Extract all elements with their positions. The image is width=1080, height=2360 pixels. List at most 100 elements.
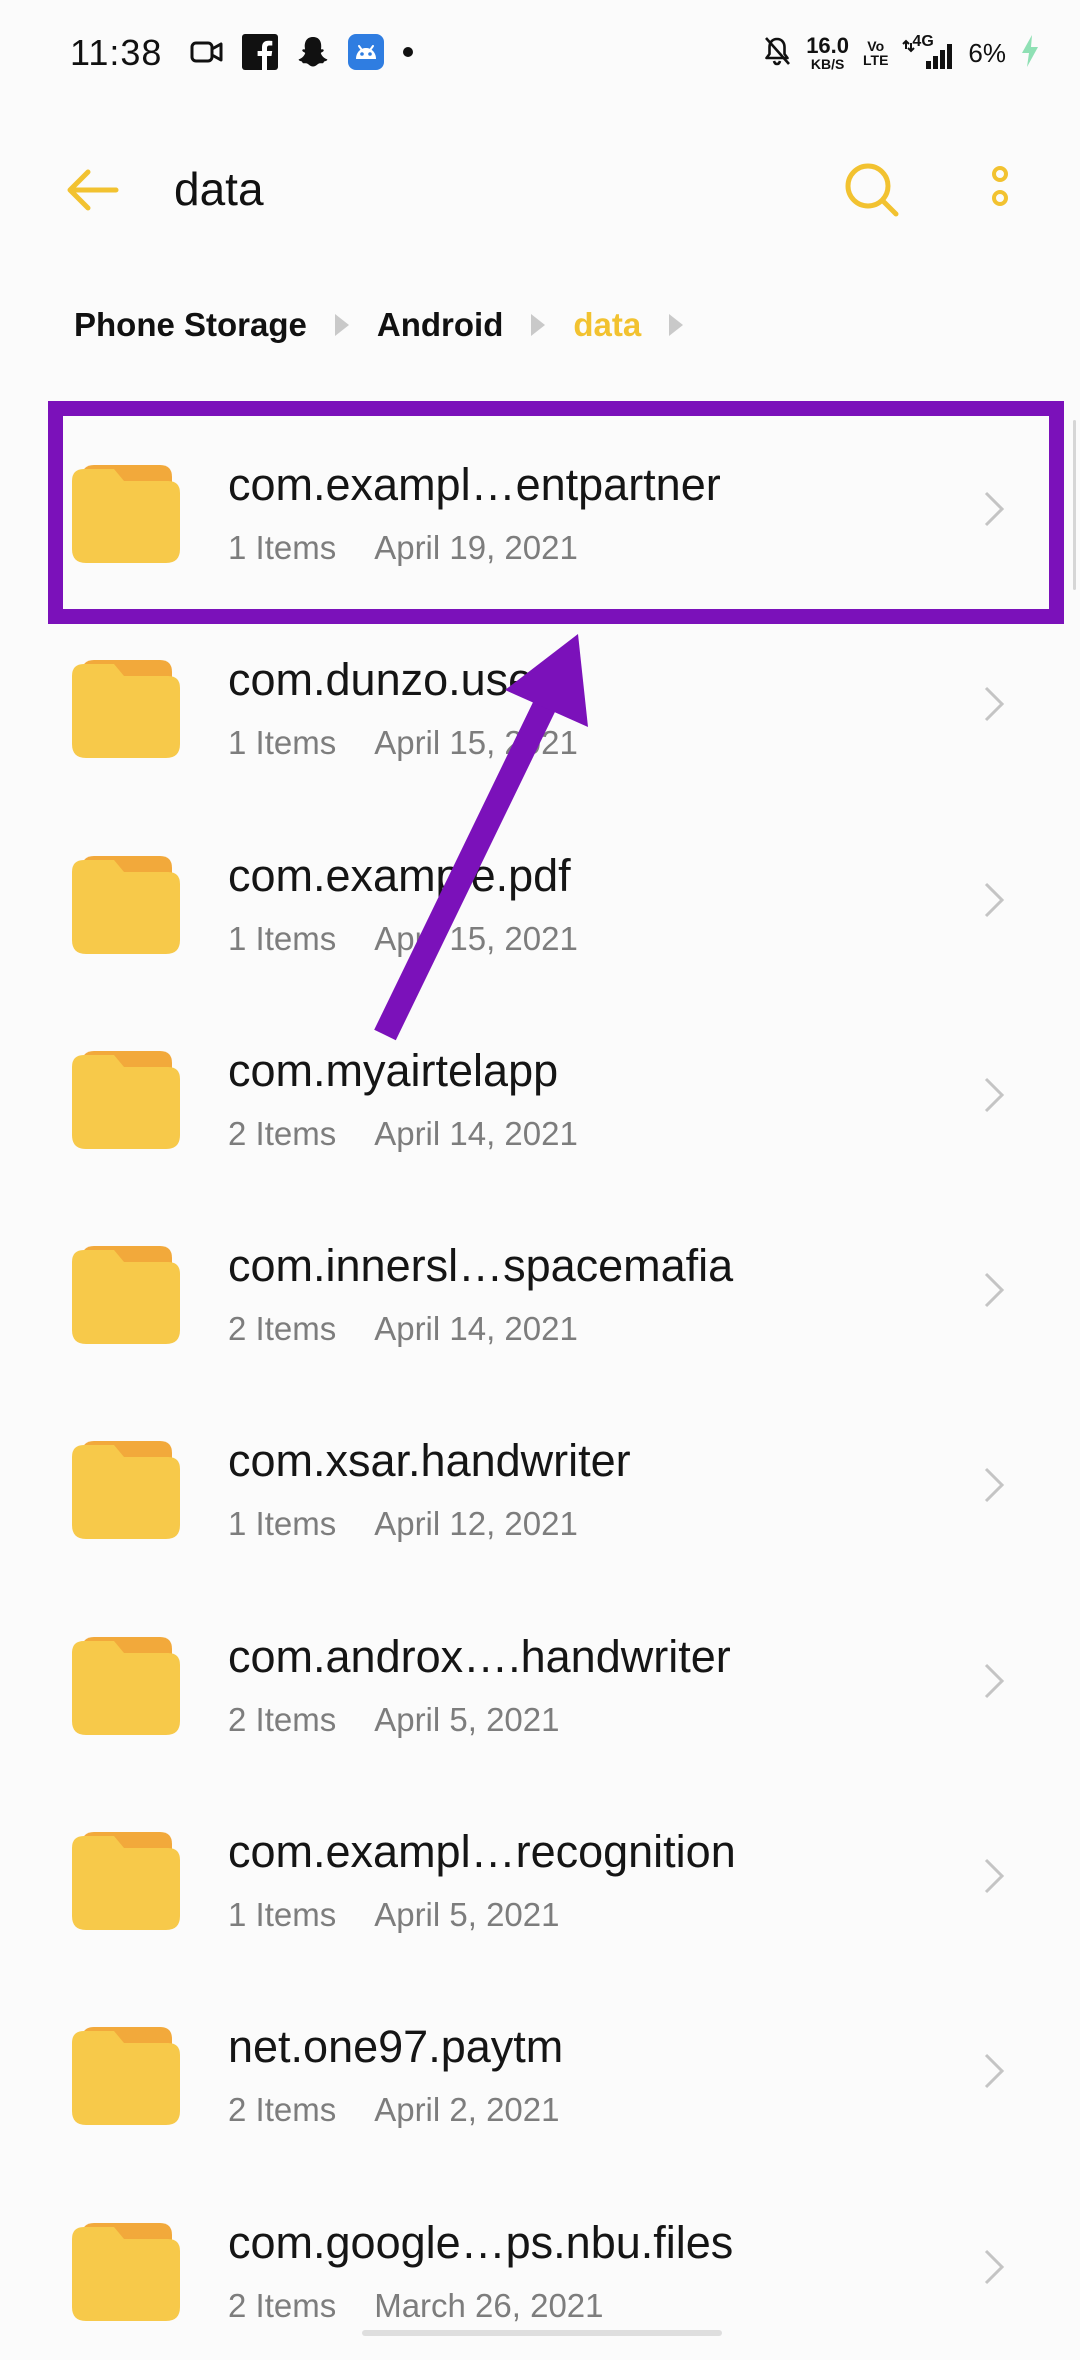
item-count: 2 Items [228, 2091, 337, 2129]
folder-meta: 2 Items April 14, 2021 [228, 1115, 578, 1153]
snapchat-icon [296, 35, 330, 74]
folder-meta: 1 Items April 5, 2021 [228, 1896, 560, 1934]
folder-icon [72, 1043, 180, 1151]
folder-icon [72, 848, 180, 956]
modified-date: April 12, 2021 [374, 1505, 578, 1543]
list-item[interactable]: com.exampl…entpartner 1 Items April 19, 2… [0, 407, 1080, 602]
folder-list: com.exampl…entpartner 1 Items April 19, 2… [0, 407, 1080, 2360]
list-item[interactable]: com.myairtelapp 2 Items April 14, 2021 [0, 993, 1080, 1188]
volte-bottom: LTE [863, 52, 889, 68]
modified-date: April 5, 2021 [374, 1896, 560, 1934]
folder-icon [72, 457, 180, 565]
status-time: 11:38 [70, 32, 163, 73]
modified-date: April 5, 2021 [374, 1700, 560, 1738]
modified-date: April 14, 2021 [374, 1114, 578, 1152]
modified-date: April 14, 2021 [374, 1310, 578, 1348]
item-count: 1 Items [228, 724, 337, 762]
item-count: 2 Items [228, 1700, 337, 1738]
chevron-right-icon [982, 1661, 1006, 1701]
item-count: 2 Items [228, 2286, 337, 2324]
folder-name: com.xsar.handwriter [228, 1435, 631, 1487]
folder-name: com.google…ps.nbu.files [228, 2216, 734, 2268]
breadcrumb-item-data[interactable]: data [573, 306, 641, 344]
chevron-right-icon [982, 1856, 1006, 1896]
charging-bolt-icon [1020, 34, 1040, 73]
modified-date: March 26, 2021 [374, 2286, 604, 2324]
item-count: 1 Items [228, 1505, 337, 1543]
folder-name: net.one97.paytm [228, 2021, 564, 2073]
chevron-right-icon [982, 2051, 1006, 2091]
network-speed: 16.0 KB/S [806, 33, 850, 72]
android-app-icon [348, 33, 384, 75]
folder-icon [72, 2019, 180, 2127]
folder-meta: 1 Items April 15, 2021 [228, 920, 578, 958]
chevron-right-icon [982, 2247, 1006, 2287]
folder-icon [72, 1629, 180, 1737]
page-title: data [174, 163, 264, 215]
folder-meta: 2 Items April 2, 2021 [228, 2091, 560, 2129]
folder-name: com.myairtelapp [228, 1044, 559, 1096]
chevron-right-icon [982, 1465, 1006, 1505]
folder-icon [72, 652, 180, 760]
folder-meta: 2 Items April 14, 2021 [228, 1310, 578, 1348]
breadcrumb: Phone Storage Android data [74, 300, 711, 350]
folder-name: com.exampl…recognition [228, 1826, 736, 1878]
folder-name: com.example.pdf [228, 849, 571, 901]
folder-name: com.exampl…entpartner [228, 459, 721, 510]
list-item[interactable]: net.one97.paytm 2 Items April 2, 2021 [0, 1969, 1080, 2164]
item-count: 2 Items [228, 1310, 337, 1348]
network-speed-value: 16.0 [806, 33, 850, 58]
search-icon [840, 163, 904, 226]
list-item[interactable]: com.androx….handwriter 2 Items April 5, 2… [0, 1579, 1080, 1774]
modified-date: April 2, 2021 [374, 2091, 560, 2129]
modified-date: April 15, 2021 [374, 919, 578, 957]
folder-meta: 1 Items April 19, 2021 [228, 529, 578, 567]
item-count: 1 Items [228, 919, 337, 957]
chevron-right-icon [982, 1270, 1006, 1310]
breadcrumb-item-phone-storage[interactable]: Phone Storage [74, 306, 307, 344]
breadcrumb-item-android[interactable]: Android [377, 306, 503, 344]
folder-meta: 2 Items March 26, 2021 [228, 2287, 604, 2325]
folder-name: com.androx….handwriter [228, 1630, 731, 1682]
item-count: 1 Items [228, 529, 337, 566]
back-arrow-icon [60, 169, 130, 224]
list-item[interactable]: com.example.pdf 1 Items April 15, 2021 [0, 798, 1080, 993]
chevron-right-icon [982, 1075, 1006, 1115]
folder-icon [72, 1433, 180, 1541]
facebook-icon [242, 33, 278, 75]
network-speed-unit: KB/S [810, 56, 845, 72]
breadcrumb-separator-icon [531, 314, 546, 336]
chevron-right-icon [982, 880, 1006, 920]
item-count: 1 Items [228, 1896, 337, 1934]
folder-name: com.dunzo.user [228, 654, 549, 706]
app-bar: data [0, 140, 1080, 240]
modified-date: April 15, 2021 [374, 724, 578, 762]
list-item[interactable]: com.xsar.handwriter 1 Items April 12, 202… [0, 1383, 1080, 1578]
home-indicator[interactable] [362, 2330, 722, 2336]
battery-percent: 6% [968, 37, 1006, 68]
breadcrumb-separator-icon [669, 314, 684, 336]
chevron-right-icon [982, 489, 1006, 529]
item-count: 2 Items [228, 1114, 337, 1152]
more-vertical-icon [975, 166, 1025, 226]
mute-bell-icon [762, 35, 792, 72]
back-button[interactable] [60, 160, 130, 220]
modified-date: April 19, 2021 [374, 529, 578, 566]
folder-meta: 1 Items April 12, 2021 [228, 1505, 578, 1543]
folder-icon [72, 1824, 180, 1932]
system-status-icons: 16.0 KB/S Vo LTE 4G 6% [762, 30, 1040, 76]
folder-icon [72, 1238, 180, 1346]
chevron-right-icon [982, 684, 1006, 724]
list-item[interactable]: com.exampl…recognition 1 Items April 5, 2… [0, 1774, 1080, 1969]
folder-meta: 2 Items April 5, 2021 [228, 1701, 560, 1739]
signal-icon: 4G [902, 33, 954, 71]
more-options-button[interactable] [975, 158, 1025, 222]
volte-indicator: Vo LTE [863, 39, 888, 67]
list-item[interactable]: com.innersl…spacemafia 2 Items April 14, … [0, 1188, 1080, 1383]
list-item[interactable]: com.dunzo.user 1 Items April 15, 2021 [0, 602, 1080, 797]
video-camera-icon [190, 39, 224, 70]
folder-name: com.innersl…spacemafia [228, 1240, 734, 1292]
dot-icon [402, 45, 414, 63]
search-button[interactable] [840, 158, 904, 222]
scrollbar-thumb[interactable] [1073, 420, 1076, 590]
